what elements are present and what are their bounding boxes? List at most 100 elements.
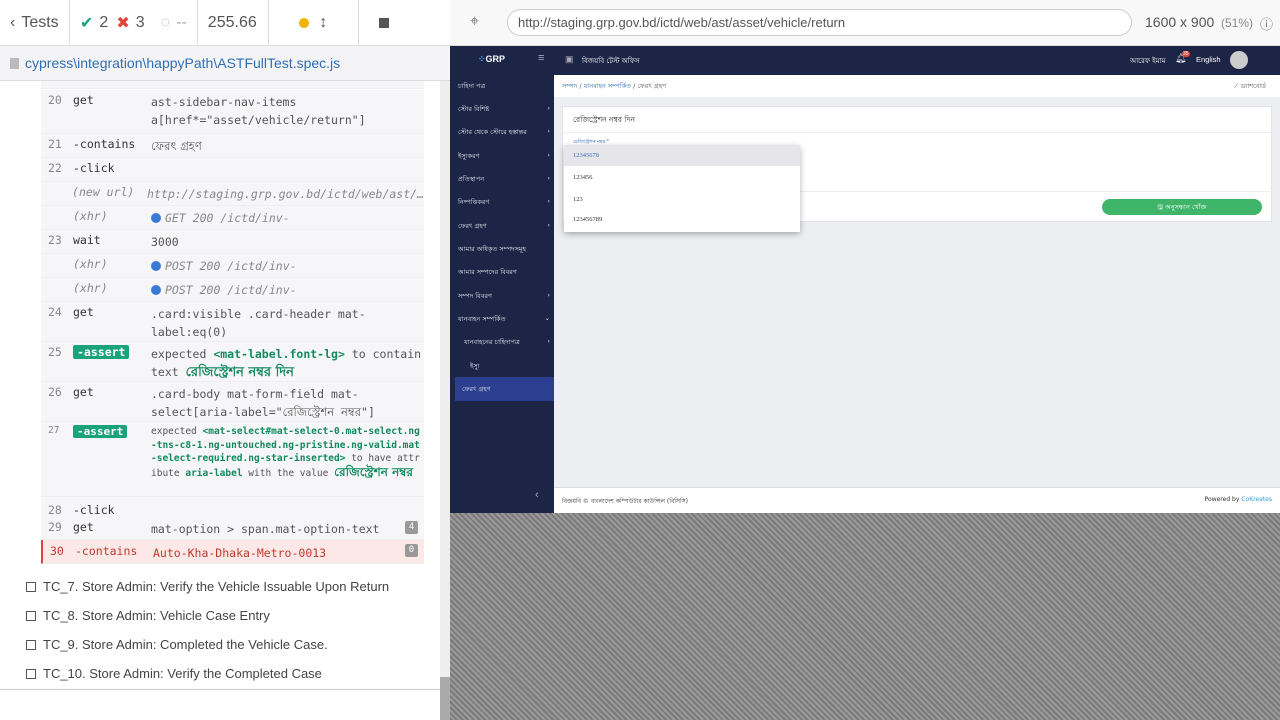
command-row[interactable]: (xhr)POST 200 /ictd/inv-api/service/ast/… — [41, 278, 424, 315]
command-row-assert[interactable]: 25 -assert expected <mat-label.font-lg> to… — [41, 342, 424, 382]
cmd-msg: ফেরৎ গ্রহণ — [151, 139, 202, 153]
sidebar-item-label: ফেরৎ গ্রহণ — [462, 385, 491, 393]
duration-value: 255.66 — [207, 13, 257, 31]
dropdown-option[interactable]: 123456789 — [564, 209, 800, 230]
registration-dropdown-panel: 12345678 123456 123 123456789 — [564, 145, 800, 232]
cmd-num: 30 — [50, 544, 64, 558]
command-row[interactable]: 20 get ast-sidebar-nav-items a[href*="asse… — [41, 90, 424, 134]
sidebar-item-label: ইস্যুকরণ — [458, 152, 480, 160]
status-dot-icon — [299, 17, 310, 28]
xhr-dot-icon — [151, 261, 161, 271]
selector-playground-icon[interactable]: ⌖ — [470, 13, 479, 31]
sidebar-item[interactable]: স্টোর বিশিষ্ট › — [458, 104, 550, 115]
reporter-scrollbar[interactable] — [440, 81, 450, 720]
assert-subject: <mat-label.font-lg> — [213, 347, 345, 361]
chevron-left-icon: ‹ — [10, 13, 16, 31]
command-row[interactable]: (new url) http://staging.grp.gov.bd/ictd/… — [41, 182, 424, 206]
powered-by-link[interactable]: CoKreates — [1241, 496, 1272, 503]
search-button[interactable]: 🖫 অনুসন্ধান খোঁজ — [1102, 199, 1262, 215]
chevron-right-icon: › — [547, 291, 550, 299]
dropdown-option[interactable]: 123 — [564, 188, 800, 209]
assert-pre: expected — [151, 347, 207, 361]
assert-pre: expected — [151, 426, 197, 437]
command-row[interactable]: 24 get .card:visible .card-header mat-labe… — [41, 302, 424, 342]
dashboard-link[interactable]: ⟋ ড্যাশবোর্ড — [1234, 81, 1266, 92]
cmd-name: -contains — [73, 137, 136, 151]
match-count-badge: 4 — [405, 521, 418, 534]
test-item[interactable]: TC_7. Store Admin: Verify the Vehicle Is… — [26, 579, 389, 594]
user-name[interactable]: আরেফ ইমাম — [1130, 55, 1166, 67]
avatar[interactable] — [1230, 51, 1248, 69]
sidebar-item[interactable]: ইস্যুকরণ › — [458, 151, 550, 162]
cmd-num — [41, 185, 72, 205]
breadcrumb-link[interactable]: সম্পদ — [562, 82, 577, 90]
cmd-num: 21 — [48, 137, 62, 151]
scroll-toggle-icon[interactable]: ↕ — [319, 14, 327, 32]
command-row[interactable]: 22 -click — [41, 158, 424, 182]
cmd-num: 25 — [48, 345, 62, 359]
command-row[interactable]: 29 get mat-option > span.mat-option-text 4 — [41, 517, 424, 540]
language-switch[interactable]: English — [1196, 55, 1221, 64]
xhr-dot-icon — [151, 285, 161, 295]
stop-button[interactable] — [359, 0, 409, 46]
chevron-down-icon: ⌄ — [544, 314, 550, 322]
dropdown-option[interactable]: 12345678 — [564, 145, 800, 166]
sidebar-subitem[interactable]: যানবাহনের চাহিদাপত্র › — [464, 337, 550, 348]
sidebar-subitem[interactable]: ইস্যু — [470, 361, 550, 372]
cmd-name: (xhr) — [73, 209, 108, 223]
cmd-name: get — [73, 385, 94, 399]
sidebar-item[interactable]: ফেরৎ গ্রহণ › — [458, 221, 550, 232]
test-item[interactable]: TC_8. Store Admin: Vehicle Case Entry — [26, 608, 270, 623]
command-log: 20 get ast-sidebar-nav-items a[href*="asse… — [0, 81, 438, 689]
command-row[interactable]: 21 -contains ফেরৎ গ্রহণ — [41, 134, 424, 158]
failed-number: 3 — [135, 13, 145, 31]
trend-icon: ⟋ — [1234, 82, 1239, 90]
grp-logo[interactable]: ⁘GRP — [478, 54, 505, 65]
sidebar-item[interactable]: নিষ্পত্তিকরণ › — [458, 197, 550, 208]
command-row[interactable]: 26 get .card-body mat-form-field mat-selec… — [41, 382, 424, 422]
command-row-assert[interactable]: 27 -assert expected <mat-select#mat-select… — [41, 422, 424, 497]
x-icon: ✖ — [116, 14, 130, 32]
breadcrumb-link[interactable]: যানবাহন সম্পর্কিত — [584, 82, 631, 90]
spec-file-bar[interactable]: cypress\integration\happyPath\ASTFullTes… — [0, 46, 450, 81]
xhr-dot-icon — [151, 213, 161, 223]
cmd-msg: ast-sidebar-nav-items a[href*="asset/veh… — [151, 95, 366, 127]
sidebar-item-label: আমার অধিকৃত সম্পদসমূহ — [458, 245, 526, 253]
cmd-num: 24 — [48, 305, 62, 319]
command-row[interactable]: (xhr)POST 200 /ictd/inv-api/service/ast/… — [41, 254, 424, 291]
sidebar-item[interactable]: প্রতিস্থাপন › — [458, 174, 550, 185]
divider — [0, 689, 440, 690]
sidebar-item[interactable]: স্টোর থেকে স্টোরে হস্তান্তর › — [458, 127, 550, 138]
save-icon: 🖫 — [1157, 203, 1164, 211]
assert-badge: -assert — [73, 345, 130, 359]
test-item[interactable]: TC_10. Store Admin: Verify the Completed… — [26, 666, 322, 681]
test-status-icon — [26, 581, 36, 592]
sidebar-item[interactable]: আমার সম্পদের বিবরণ — [458, 267, 550, 278]
info-icon[interactable]: ⓘ — [1260, 14, 1273, 33]
menu-toggle-icon[interactable]: ≡ — [538, 52, 544, 64]
command-row[interactable]: 23 wait 3000 — [41, 230, 424, 254]
cmd-num: 23 — [48, 233, 62, 247]
test-item[interactable]: TC_9. Store Admin: Completed the Vehicle… — [26, 637, 328, 652]
command-row-failed[interactable]: 30 -contains Auto-Kha-Dhaka-Metro-0013 0 — [41, 540, 424, 564]
sidebar-item[interactable]: যানবাহন সম্পর্কিত ⌄ — [458, 314, 550, 325]
test-title: TC_8. Store Admin: Vehicle Case Entry — [43, 608, 270, 623]
cmd-msg — [151, 161, 424, 181]
viewport-empty-area — [450, 513, 1280, 720]
sidebar-item-label: যানবাহন সম্পর্কিত — [458, 315, 506, 323]
running-indicator[interactable]: ↕ — [269, 0, 359, 46]
sidebar-subitem-active[interactable]: ফেরৎ গ্রহণ — [455, 377, 554, 401]
url-field[interactable]: http://staging.grp.gov.bd/ictd/web/ast/a… — [507, 9, 1132, 36]
sidebar-item[interactable]: সম্পদ বিবরণ › — [458, 291, 550, 302]
sidebar-item[interactable]: চাহিদা পত্র — [458, 81, 550, 92]
tests-back-button[interactable]: ‹ Tests — [0, 0, 70, 46]
collapse-sidebar-icon[interactable]: ‹ — [535, 489, 539, 501]
tests-label: Tests — [21, 13, 59, 31]
test-status-icon — [26, 610, 36, 621]
sidebar-item-label: চাহিদা পত্র — [458, 82, 486, 90]
app-footer: বিজয়বি © বাংলাদেশ কম্পিউটার কাউন্সিল (ব… — [554, 487, 1280, 513]
sidebar-item[interactable]: আমার অধিকৃত সম্পদসমূহ — [458, 244, 550, 255]
dropdown-option[interactable]: 123456 — [564, 166, 800, 188]
command-row[interactable]: (xhr)GET 200 /ictd/inv-api/service/inven… — [41, 206, 424, 243]
scrollbar-thumb[interactable] — [440, 677, 450, 720]
